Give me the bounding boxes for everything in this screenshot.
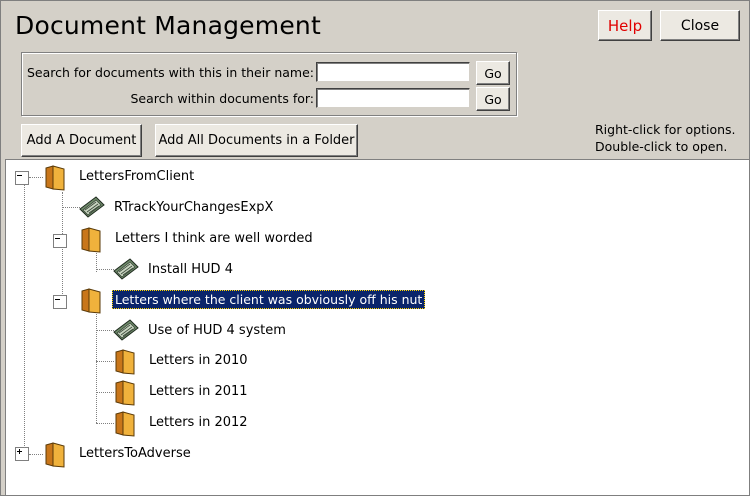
folder-icon — [45, 165, 65, 191]
tree-item-folder[interactable]: Letters in 2012 — [113, 411, 250, 437]
window-title: Document Management — [15, 11, 321, 40]
folder-icon — [45, 442, 65, 468]
collapse-toggle[interactable] — [53, 295, 67, 309]
search-name-go-button[interactable]: Go — [476, 61, 510, 85]
usage-hint-line2: Double-click to open. — [595, 139, 728, 154]
tree-item-folder[interactable]: LettersToAdverse — [43, 442, 193, 468]
tree-item-label: Letters in 2012 — [149, 414, 248, 430]
tree-item-label: RTrackYourChangesExpX — [114, 199, 274, 215]
folder-icon — [115, 411, 135, 437]
folder-icon — [81, 227, 101, 253]
search-content-label: Search within documents for: — [130, 91, 314, 106]
collapse-toggle[interactable] — [15, 171, 29, 185]
tree-item-document[interactable]: Use of HUD 4 system — [112, 319, 288, 341]
tree-item-label: Use of HUD 4 system — [148, 322, 286, 338]
tree-connector — [62, 192, 63, 306]
tree-item-folder[interactable]: Letters in 2011 — [113, 380, 250, 406]
usage-hint: Right-click for options. Double-click to… — [595, 121, 736, 155]
tree-connector — [24, 178, 25, 454]
tree-item-folder[interactable]: Letters in 2010 — [113, 349, 250, 375]
tree-item-document[interactable]: RTrackYourChangesExpX — [78, 196, 275, 218]
search-content-go-button[interactable]: Go — [476, 87, 510, 111]
help-button[interactable]: Help — [598, 10, 652, 41]
tree-connector — [96, 312, 97, 423]
tree-item-label: Letters in 2010 — [149, 352, 248, 368]
tree-item-label: Install HUD 4 — [148, 261, 233, 277]
tree-item-label: Letters where the client was obviously o… — [112, 289, 426, 309]
tree-item-folder[interactable]: LettersFromClient — [43, 165, 196, 191]
document-stack-icon — [113, 258, 139, 280]
tree-connector — [96, 361, 114, 362]
search-name-label: Search for documents with this in their … — [26, 65, 314, 80]
document-stack-icon — [79, 196, 105, 218]
search-content-input[interactable] — [316, 88, 470, 108]
tree-connector — [29, 177, 43, 178]
close-button[interactable]: Close — [660, 10, 740, 41]
add-document-button[interactable]: Add A Document — [21, 124, 142, 157]
folder-icon — [115, 380, 135, 406]
tree-connector — [29, 454, 43, 455]
tree-item-folder-selected[interactable]: Letters where the client was obviously o… — [79, 288, 426, 314]
tree-item-folder[interactable]: Letters I think are well worded — [79, 227, 315, 253]
document-stack-icon — [113, 319, 139, 341]
tree-item-label: LettersToAdverse — [79, 445, 191, 461]
tree-connector — [96, 392, 114, 393]
folder-icon — [115, 349, 135, 375]
collapse-toggle[interactable] — [53, 234, 67, 248]
search-panel: Search for documents with this in their … — [21, 52, 517, 116]
folder-icon — [81, 288, 101, 314]
document-tree[interactable]: LettersFromClient RTrackYourChangesExpX … — [5, 159, 749, 495]
tree-item-label: Letters I think are well worded — [115, 230, 313, 246]
add-folder-button[interactable]: Add All Documents in a Folder — [155, 124, 358, 157]
search-name-input[interactable] — [316, 62, 470, 82]
expand-toggle[interactable] — [15, 447, 29, 461]
document-management-window: Document Management Help Close Search fo… — [0, 0, 750, 496]
tree-connector — [96, 423, 114, 424]
usage-hint-line1: Right-click for options. — [595, 122, 736, 137]
tree-item-label: Letters in 2011 — [149, 383, 248, 399]
tree-item-label: LettersFromClient — [79, 168, 195, 184]
tree-item-document[interactable]: Install HUD 4 — [112, 258, 235, 280]
